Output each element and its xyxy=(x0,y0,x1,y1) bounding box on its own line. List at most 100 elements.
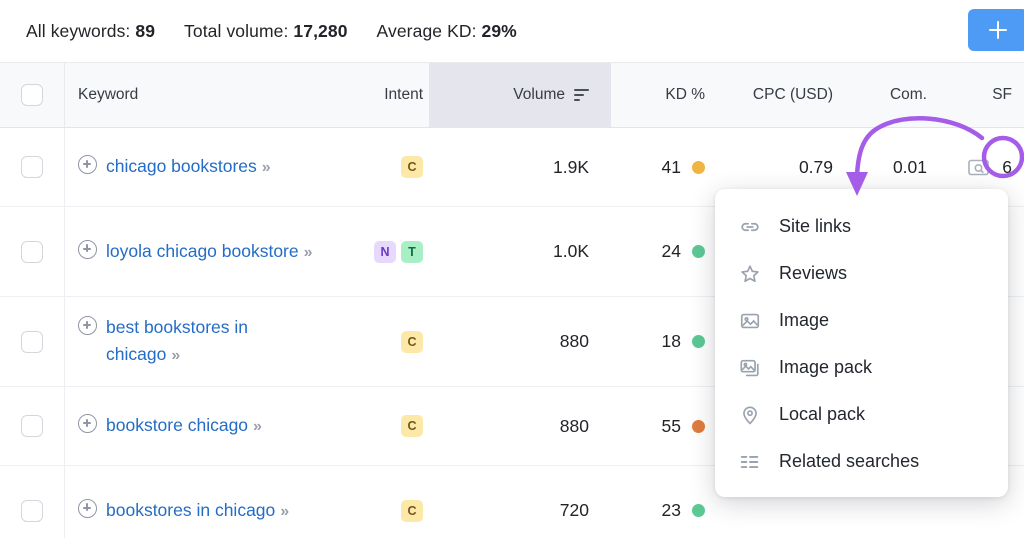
add-keyword-icon[interactable] xyxy=(78,239,97,259)
volume-value: 720 xyxy=(559,500,589,520)
keyword-cell: chicago bookstores » xyxy=(64,128,357,206)
header-intent[interactable]: Intent xyxy=(357,63,429,127)
average-kd-label: Average KD: xyxy=(376,20,477,41)
volume-value: 880 xyxy=(559,415,589,436)
add-keyword-icon[interactable] xyxy=(78,155,97,174)
header-keyword[interactable]: Keyword xyxy=(64,63,357,127)
header-cpc[interactable]: CPC (USD) xyxy=(721,63,851,127)
average-kd-value: 29% xyxy=(481,20,517,41)
list-icon xyxy=(739,451,761,473)
chevron-right-double-icon[interactable]: » xyxy=(280,503,289,520)
sf-cell: 6 xyxy=(943,157,1024,178)
keyword-text: bookstores in chicago xyxy=(106,499,276,520)
summary-bar: All keywords: 89 Total volume: 17,280 Av… xyxy=(0,0,1024,62)
row-select-cell xyxy=(0,499,64,522)
kd-difficulty-dot xyxy=(692,504,705,517)
menu-item-local-pack[interactable]: Local pack xyxy=(715,391,1008,438)
keyword-text: chicago bookstores xyxy=(106,156,257,176)
intent-cell: C xyxy=(357,499,429,522)
row-select-cell xyxy=(0,330,64,353)
row-checkbox[interactable] xyxy=(21,415,43,437)
total-volume-value: 17,280 xyxy=(293,20,348,41)
volume-cell: 1.9K xyxy=(429,157,611,178)
row-checkbox[interactable] xyxy=(21,240,43,263)
serp-preview-icon[interactable] xyxy=(968,159,990,176)
header-com[interactable]: Com. xyxy=(851,63,943,127)
kd-value: 23 xyxy=(661,500,681,520)
row-select-cell xyxy=(0,240,64,263)
header-volume[interactable]: Volume xyxy=(429,63,611,127)
row-checkbox[interactable] xyxy=(21,330,43,353)
add-button[interactable] xyxy=(968,9,1024,51)
kd-cell: 41 xyxy=(611,157,721,178)
intent-badge-n[interactable]: N xyxy=(374,240,396,263)
row-select-cell xyxy=(0,415,64,437)
plus-icon xyxy=(989,21,1007,39)
kd-cell: 18 xyxy=(611,331,721,352)
add-keyword-icon[interactable] xyxy=(78,498,97,518)
select-all-checkbox[interactable] xyxy=(21,84,43,106)
keyword-text: bookstore chicago xyxy=(106,415,249,435)
all-keywords-stat: All keywords: 89 xyxy=(26,21,155,42)
header-sf[interactable]: SF xyxy=(943,63,1024,127)
intent-cell: C xyxy=(357,330,429,353)
all-keywords-label: All keywords: xyxy=(26,20,131,41)
keyword-text: loyola chicago bookstore xyxy=(106,240,299,261)
volume-value: 1.9K xyxy=(553,156,589,177)
chevron-right-double-icon[interactable]: » xyxy=(171,347,180,364)
com-value: 0.01 xyxy=(892,156,927,177)
total-volume-label: Total volume: xyxy=(184,20,289,41)
menu-item-related-searches[interactable]: Related searches xyxy=(715,438,1008,485)
intent-badge-c[interactable]: C xyxy=(401,156,423,178)
add-keyword-icon[interactable] xyxy=(78,414,97,433)
volume-value: 880 xyxy=(559,331,589,351)
chevron-right-double-icon[interactable]: » xyxy=(253,418,262,435)
com-cell: 0.01 xyxy=(851,157,943,178)
kd-cell: 24 xyxy=(611,241,721,262)
table-header-row: Keyword Intent Volume KD % CPC (USD) Com… xyxy=(0,62,1024,128)
select-all-cell xyxy=(0,63,64,127)
menu-item-label: Related searches xyxy=(779,451,920,471)
intent-badge-c[interactable]: C xyxy=(401,330,423,353)
keyword-cell: loyola chicago bookstore » xyxy=(64,207,357,296)
image-pack-icon xyxy=(739,357,761,379)
volume-value: 1.0K xyxy=(553,241,589,261)
menu-item-label: Image xyxy=(779,310,830,330)
intent-badge-t[interactable]: T xyxy=(401,240,423,263)
sort-descending-icon xyxy=(574,88,589,102)
total-volume-stat: Total volume: 17,280 xyxy=(184,21,348,42)
kd-difficulty-dot xyxy=(692,335,705,348)
intent-badge-c[interactable]: C xyxy=(401,499,423,522)
keyword-cell: bookstore chicago» xyxy=(64,387,357,465)
keyword-cell: bookstores in chicago» xyxy=(64,466,357,538)
kd-value: 18 xyxy=(661,331,681,351)
star-icon xyxy=(739,263,761,285)
menu-item-image-pack[interactable]: Image pack xyxy=(715,344,1008,391)
menu-item-image[interactable]: Image xyxy=(715,297,1008,344)
keyword-link[interactable]: best bookstores in chicago» xyxy=(106,314,324,369)
keyword-link[interactable]: chicago bookstores » xyxy=(106,153,271,181)
intent-cell: C xyxy=(357,156,429,178)
keyword-link[interactable]: loyola chicago bookstore » xyxy=(106,238,313,266)
keyword-link[interactable]: bookstore chicago» xyxy=(106,412,262,440)
volume-cell: 1.0K xyxy=(429,241,611,262)
keyword-cell: best bookstores in chicago» xyxy=(64,297,357,386)
image-icon xyxy=(739,310,761,332)
row-checkbox[interactable] xyxy=(21,499,43,522)
keyword-overview-screen: All keywords: 89 Total volume: 17,280 Av… xyxy=(0,0,1024,538)
add-keyword-icon[interactable] xyxy=(78,316,97,335)
intent-badge-c[interactable]: C xyxy=(401,415,423,437)
chevron-right-double-icon[interactable]: » xyxy=(262,159,271,176)
keyword-link[interactable]: bookstores in chicago» xyxy=(106,497,289,525)
row-select-cell xyxy=(0,156,64,178)
kd-value: 55 xyxy=(661,415,681,436)
header-kd[interactable]: KD % xyxy=(611,63,721,127)
serp-features-menu: Site links Reviews Image Image pack Local pa… xyxy=(715,189,1008,497)
menu-item-label: Local pack xyxy=(779,404,866,424)
chevron-right-double-icon[interactable]: » xyxy=(304,244,313,261)
menu-item-reviews[interactable]: Reviews xyxy=(715,250,1008,297)
location-pin-icon xyxy=(739,404,761,426)
row-checkbox[interactable] xyxy=(21,156,43,178)
all-keywords-value: 89 xyxy=(135,20,156,41)
menu-item-site-links[interactable]: Site links xyxy=(715,203,1008,250)
